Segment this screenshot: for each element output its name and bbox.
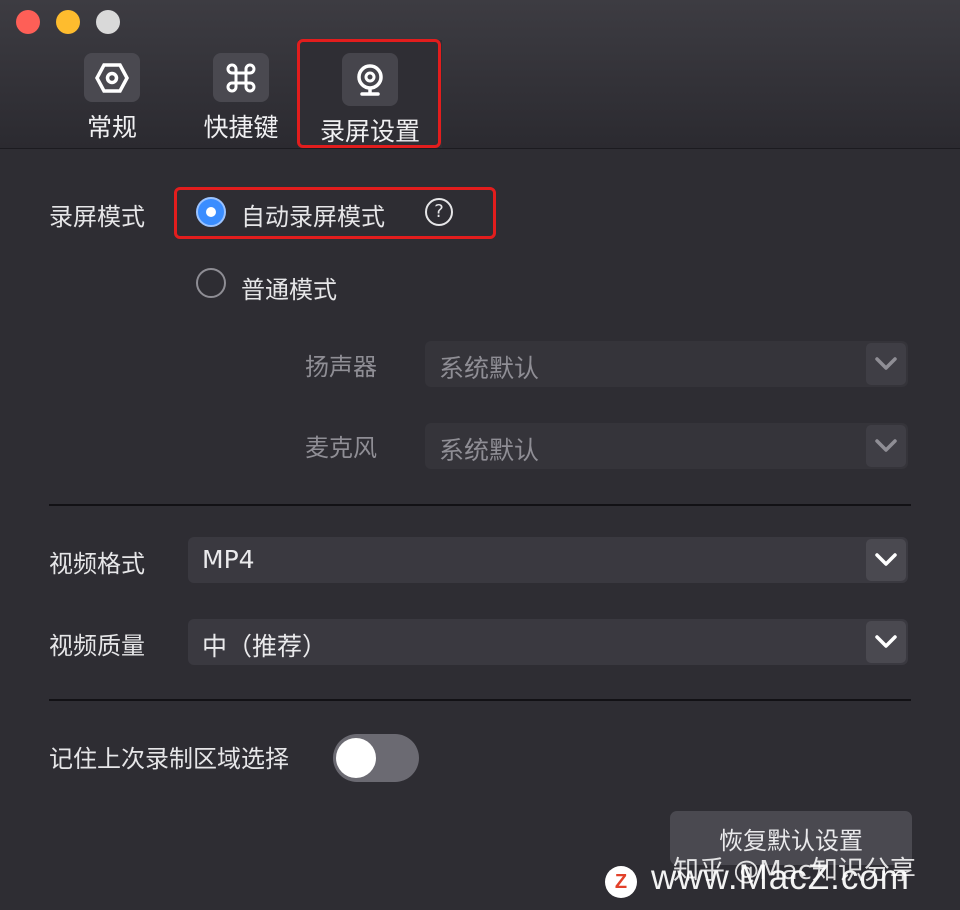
- microphone-label: 麦克风: [305, 434, 377, 462]
- help-icon[interactable]: ?: [425, 198, 453, 226]
- auto-record-mode-radio[interactable]: [196, 197, 226, 227]
- section-divider: [49, 699, 911, 701]
- preferences-window: 常规 快捷键 录屏设置 录屏模式 自动录屏模式 ? 普通模式 扬声器 系统默认 …: [0, 0, 960, 910]
- video-format-label: 视频格式: [49, 550, 145, 578]
- normal-mode-label[interactable]: 普通模式: [241, 270, 337, 305]
- chevron-down-icon: [866, 343, 906, 385]
- video-quality-select[interactable]: 中（推荐）: [188, 619, 908, 665]
- video-quality-value: 中（推荐）: [202, 632, 328, 661]
- close-window-button[interactable]: [16, 10, 40, 34]
- tab-general-label: 常规: [86, 113, 137, 142]
- chevron-down-icon: [866, 539, 906, 581]
- tab-record-settings[interactable]: 录屏设置: [298, 40, 442, 148]
- speaker-label: 扬声器: [305, 353, 377, 381]
- video-format-value: MP4: [202, 545, 255, 574]
- video-quality-label: 视频质量: [49, 632, 145, 660]
- watermark-logo: Z: [605, 866, 637, 898]
- zoom-window-button[interactable]: [96, 10, 120, 34]
- chevron-down-icon: [866, 425, 906, 467]
- hexagon-gear-icon: [84, 53, 140, 102]
- minimize-window-button[interactable]: [56, 10, 80, 34]
- microphone-select-value: 系统默认: [439, 436, 540, 465]
- toggle-knob: [336, 738, 376, 778]
- record-mode-label: 录屏模式: [49, 203, 145, 231]
- tab-shortcuts[interactable]: 快捷键: [200, 40, 282, 144]
- normal-mode-radio[interactable]: [196, 268, 226, 298]
- microphone-select[interactable]: 系统默认: [425, 423, 908, 469]
- tab-general[interactable]: 常规: [82, 40, 142, 144]
- toolbar: 常规 快捷键 录屏设置: [0, 0, 960, 149]
- webcam-icon: [342, 53, 398, 106]
- auto-record-mode-label[interactable]: 自动录屏模式: [241, 197, 385, 232]
- speaker-select-value: 系统默认: [439, 354, 540, 383]
- remember-region-label: 记住上次录制区域选择: [49, 745, 289, 773]
- tab-shortcuts-label: 快捷键: [203, 113, 279, 142]
- section-divider: [49, 504, 911, 506]
- tab-record-settings-label: 录屏设置: [319, 117, 420, 146]
- command-icon: [213, 53, 269, 102]
- watermark: Z www.MacZ.com 知乎 @Mac知识分享: [605, 852, 955, 907]
- remember-region-toggle[interactable]: [333, 734, 419, 782]
- chevron-down-icon: [866, 621, 906, 663]
- watermark-credit: 知乎 @Mac知识分享: [673, 856, 916, 886]
- speaker-select[interactable]: 系统默认: [425, 341, 908, 387]
- video-format-select[interactable]: MP4: [188, 537, 908, 583]
